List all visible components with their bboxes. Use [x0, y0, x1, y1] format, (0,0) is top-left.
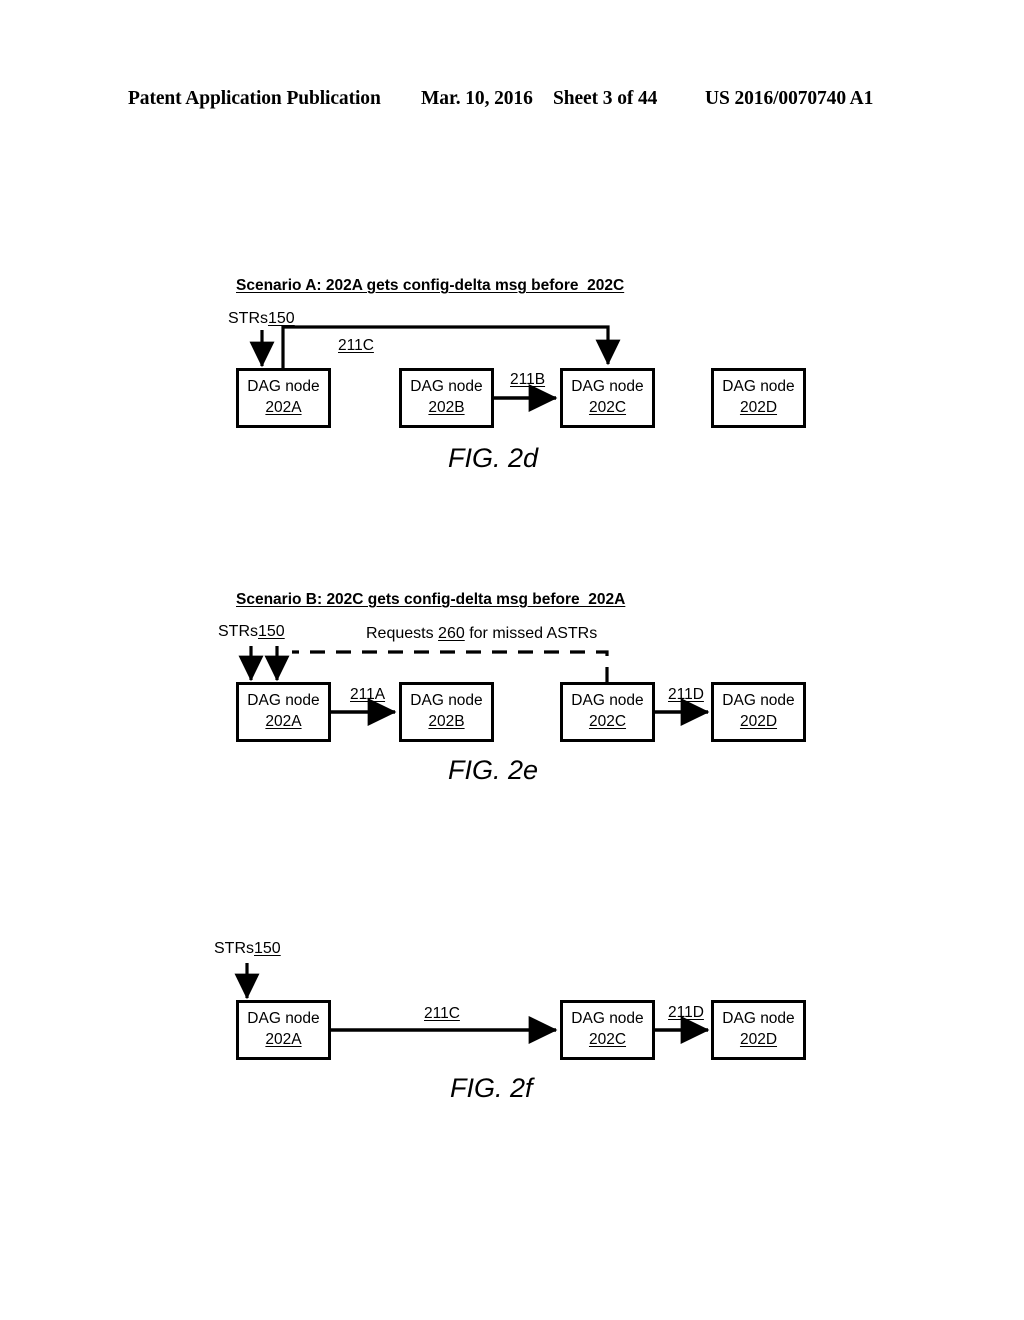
node-box-202a-2f[interactable]: DAG node 202A	[236, 1000, 331, 1060]
strs-input-label-2f: STRs150	[214, 941, 281, 957]
strs-input-ref: 150	[254, 940, 281, 957]
figure-2f: STRs150 211C 211D DAG node 202A DAG node…	[0, 0, 1024, 1130]
node-title: DAG node	[571, 1010, 644, 1028]
figure-caption-2f: FIG. 2f	[450, 1073, 533, 1103]
edge-label-211c-2f: 211C	[424, 1005, 460, 1022]
node-title: DAG node	[247, 1010, 320, 1028]
node-ref: 202C	[588, 1031, 627, 1048]
node-box-202c-2f[interactable]: DAG node 202C	[560, 1000, 655, 1060]
node-ref: 202A	[265, 1031, 302, 1048]
strs-input-text: STRs	[214, 940, 254, 957]
node-title: DAG node	[722, 1010, 795, 1028]
node-ref: 202D	[739, 1031, 778, 1048]
figure-2f-connectors	[234, 963, 710, 1045]
edge-label-211d-2f: 211D	[668, 1004, 704, 1021]
node-box-202d-2f[interactable]: DAG node 202D	[711, 1000, 806, 1060]
